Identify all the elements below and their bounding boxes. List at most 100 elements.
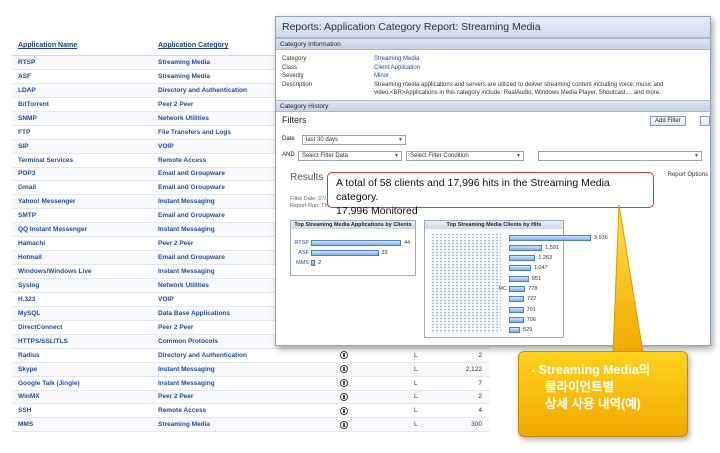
summary-callout: A total of 58 clients and 17,996 hits in…: [327, 172, 654, 217]
app-category[interactable]: Instant Messaging: [158, 380, 338, 387]
table-row[interactable]: Google Talk (Jingle) Instant Messaging L 7: [12, 377, 490, 391]
and-label: AND: [282, 151, 295, 158]
info-key: Description: [282, 81, 313, 88]
app-name[interactable]: Google Talk (Jingle): [12, 380, 158, 387]
app-bar-label[interactable]: ASF: [293, 250, 311, 256]
client-bar[interactable]: [509, 234, 591, 241]
info-value[interactable]: Streaming Media: [374, 55, 704, 64]
client-bar-row: 1,591: [413, 244, 559, 252]
client-bar[interactable]: [509, 275, 529, 282]
client-bar[interactable]: [509, 286, 526, 292]
app-name[interactable]: Hotmail: [12, 254, 158, 261]
app-name[interactable]: Gmail: [12, 184, 158, 191]
app-name[interactable]: FTP: [12, 129, 158, 136]
row-details: L 300: [338, 420, 490, 429]
client-bar-value: 722: [527, 296, 537, 303]
chart-icon[interactable]: [340, 420, 348, 429]
app-name[interactable]: Terminal Services: [12, 157, 158, 164]
app-name[interactable]: QQ Instant Messenger: [12, 226, 158, 233]
app-name[interactable]: SNMP: [12, 115, 158, 122]
table-row[interactable]: SSH Remote Access L 4: [12, 404, 490, 419]
app-name[interactable]: MySQL: [12, 310, 158, 317]
app-name[interactable]: SMTP: [12, 212, 158, 219]
app-bar-label[interactable]: RTSP: [293, 240, 311, 246]
app-name[interactable]: H.323: [12, 296, 158, 303]
korean-note-box: - Streaming Media의 클라이언트별 상세 사용 내역(예): [518, 351, 688, 437]
app-name[interactable]: Hamachi: [12, 240, 158, 247]
info-key: Class: [282, 64, 298, 71]
app-bar-row: MMS 2: [293, 259, 321, 267]
app-name[interactable]: HTTPS/SSL/TLS: [12, 338, 158, 345]
client-bar-row: MC 778: [413, 285, 537, 293]
client-bar[interactable]: [509, 316, 524, 323]
app-name[interactable]: BitTorrent: [12, 101, 158, 108]
client-bar[interactable]: [509, 296, 525, 303]
row-count: 300: [471, 421, 482, 429]
client-bar[interactable]: [509, 265, 531, 272]
table-row[interactable]: WinMX Peer 2 Peer L 2: [12, 390, 490, 405]
row-count: 4: [478, 407, 482, 415]
info-row: video.<BR>Applications in this category …: [282, 89, 704, 98]
filter-data-select[interactable]: Select Filter Data: [298, 150, 402, 161]
row-details: L4: [338, 406, 490, 415]
app-name[interactable]: POP3: [12, 170, 158, 177]
info-value[interactable]: Client Application: [374, 64, 704, 73]
client-bar-row: 701: [413, 306, 536, 314]
info-row: Severity Minor: [282, 72, 704, 81]
client-bar-value: 1,591: [545, 244, 559, 251]
app-name[interactable]: SIP: [12, 143, 158, 150]
app-name[interactable]: Windows/Windows Live: [12, 268, 158, 275]
row-details: L7: [338, 379, 490, 388]
app-name[interactable]: RTSP: [12, 59, 158, 66]
client-bar-row: 1,047: [413, 264, 548, 272]
chart-icon[interactable]: [340, 379, 348, 388]
row-level: L: [414, 379, 418, 387]
filter-condition-select[interactable]: Select Filter Condition: [406, 150, 524, 161]
info-value: Streaming media applications and servers…: [374, 81, 664, 88]
client-bar[interactable]: [509, 255, 536, 262]
info-value[interactable]: Minor: [374, 72, 704, 81]
app-name[interactable]: LDAP: [12, 87, 158, 94]
filter-value-input[interactable]: [538, 150, 702, 161]
app-name[interactable]: Skype: [12, 366, 158, 373]
client-bar[interactable]: [509, 244, 543, 251]
app-bar-label[interactable]: MMS: [293, 260, 311, 266]
column-application-name[interactable]: Application Name: [12, 42, 158, 49]
add-filter-button[interactable]: Add Filter: [650, 115, 686, 126]
client-bar-row: 722: [413, 295, 536, 303]
app-name[interactable]: ASF: [12, 73, 158, 80]
client-bar[interactable]: [509, 327, 521, 334]
client-bar-row: 3,936: [413, 234, 608, 242]
filters-title: Filters: [282, 114, 307, 125]
table-row[interactable]: MMS Streaming Media L 300: [12, 418, 490, 433]
info-value: video.<BR>Applications in this category …: [374, 90, 661, 96]
app-bar-value: 2: [318, 259, 322, 266]
row-count: 2: [478, 393, 482, 401]
app-category[interactable]: Streaming Media: [158, 421, 338, 428]
client-bar-label[interactable]: MC: [413, 286, 509, 292]
row-level: L: [414, 407, 418, 415]
app-category[interactable]: Peer 2 Peer: [158, 393, 338, 400]
app-name[interactable]: Syslog: [12, 282, 158, 289]
row-level: L: [414, 393, 418, 401]
date-select[interactable]: last 30 days: [302, 134, 406, 145]
client-bar[interactable]: [509, 306, 524, 313]
report-options-link[interactable]: Report Options: [668, 172, 708, 178]
app-category[interactable]: Remote Access: [158, 407, 338, 414]
filter-toggle-button[interactable]: [700, 115, 710, 126]
app-name[interactable]: MMS: [12, 421, 158, 428]
info-key: Severity: [282, 73, 304, 79]
app-name[interactable]: Yahoo! Messenger: [12, 198, 158, 205]
app-name[interactable]: Radius: [12, 352, 158, 359]
app-name[interactable]: WinMX: [12, 393, 158, 400]
app-bar[interactable]: [311, 239, 401, 246]
clients-panel-title: Top Streaming Media Clients by Hits: [425, 220, 563, 229]
chart-icon[interactable]: [340, 392, 348, 401]
app-name[interactable]: SSH: [12, 407, 158, 414]
app-name[interactable]: DirectConnect: [12, 324, 158, 331]
category-info-header: Category Information: [276, 38, 710, 50]
callout-arrow: [612, 205, 644, 354]
app-bar[interactable]: [311, 249, 379, 256]
chart-icon[interactable]: [340, 406, 348, 415]
note-line2: 클라이언트별: [545, 380, 615, 394]
